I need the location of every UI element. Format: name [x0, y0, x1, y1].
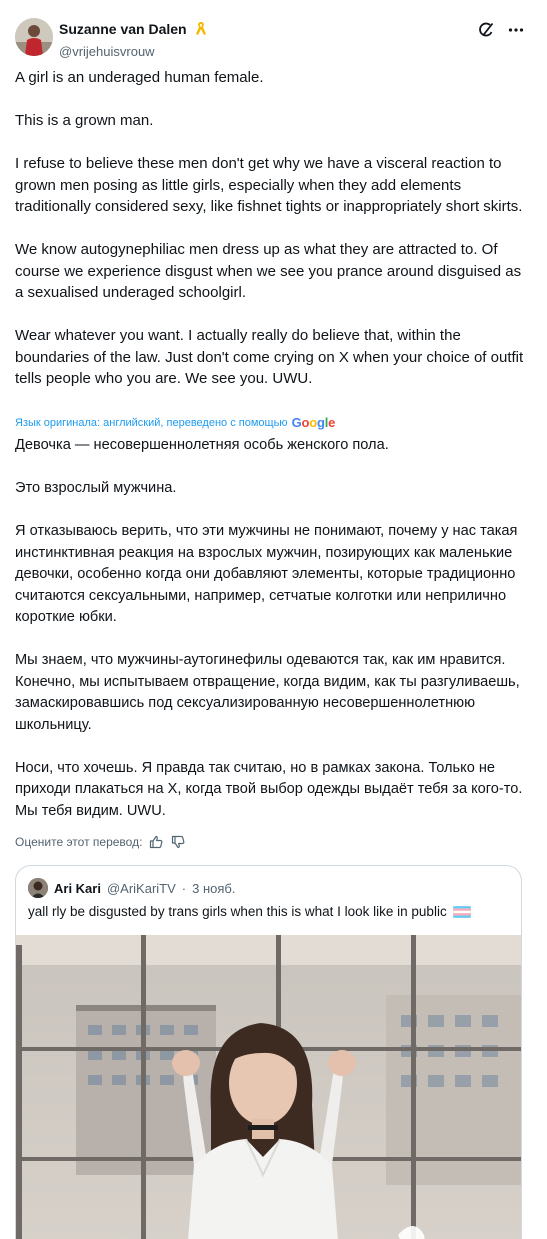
quoted-tweet-text: yall rly be disgusted by trans girls whe…: [28, 904, 447, 919]
tweet-original-text: A girl is an underaged human female. Thi…: [15, 67, 525, 390]
translation-note-text: Язык оригинала: английский, переведено с…: [15, 416, 288, 429]
quoted-separator: ·: [181, 880, 187, 896]
original-paragraph: This is a grown man.: [15, 112, 154, 129]
tweet-header: Suzanne van Dalen @vrijehuisvrouw: [15, 18, 527, 59]
quoted-date[interactable]: 3 нояб.: [192, 881, 235, 896]
translated-paragraph: Носи, что хочешь. Я правда так считаю, н…: [15, 759, 523, 819]
original-paragraph: A girl is an underaged human female.: [15, 69, 264, 86]
quoted-tweet-photo[interactable]: [16, 935, 521, 1239]
translated-paragraph: Я отказываюсь верить, что эти мужчины не…: [15, 523, 518, 625]
author-avatar[interactable]: [15, 18, 53, 56]
translated-paragraph: Мы знаем, что мужчины-аутогинефилы одева…: [15, 652, 520, 733]
original-paragraph: I refuse to believe these men don't get …: [15, 155, 523, 215]
translation-note[interactable]: Язык оригинала: английский, переведено с…: [15, 415, 335, 430]
quoted-author-display-name[interactable]: Ari Kari: [54, 881, 101, 896]
quoted-author-avatar[interactable]: [28, 878, 48, 898]
photo-illustration: [16, 935, 521, 1239]
quoted-tweet-text-row: yall rly be disgusted by trans girls whe…: [28, 904, 472, 919]
rate-translation: Оцените этот перевод:: [15, 834, 186, 850]
thumbs-up-icon[interactable]: [148, 834, 164, 850]
author-names: Suzanne van Dalen @vrijehuisvrouw: [59, 21, 207, 59]
grok-icon[interactable]: [475, 19, 497, 41]
transgender-flag-icon: [453, 906, 472, 918]
original-paragraph: We know autogynephiliac men dress up as …: [15, 241, 522, 301]
thumbs-down-icon[interactable]: [170, 834, 186, 850]
avatar-image: [15, 18, 53, 56]
quoted-tweet-header: Ari Kari @AriKariTV · 3 нояб.: [28, 878, 236, 898]
tweet: Suzanne van Dalen @vrijehuisvrouw A girl…: [0, 0, 547, 1239]
header-actions: [475, 18, 527, 42]
tweet-translated-text: Девочка — несовершеннолетняя особь женск…: [15, 435, 525, 822]
quoted-author-handle[interactable]: @AriKariTV: [107, 881, 176, 896]
translated-paragraph: Девочка — несовершеннолетняя особь женск…: [15, 437, 389, 453]
quoted-tweet[interactable]: Ari Kari @AriKariTV · 3 нояб. yall rly b…: [15, 865, 522, 1239]
rate-translation-label: Оцените этот перевод:: [15, 835, 143, 849]
author-display-name[interactable]: Suzanne van Dalen: [59, 21, 187, 37]
google-logo: Google: [291, 415, 336, 430]
original-paragraph: Wear whatever you want. I actually reall…: [15, 327, 524, 387]
translated-paragraph: Это взрослый мужчина.: [15, 480, 177, 496]
awareness-ribbon-icon: [195, 21, 207, 41]
more-icon[interactable]: [505, 19, 527, 41]
author-handle[interactable]: @vrijehuisvrouw: [59, 44, 207, 59]
